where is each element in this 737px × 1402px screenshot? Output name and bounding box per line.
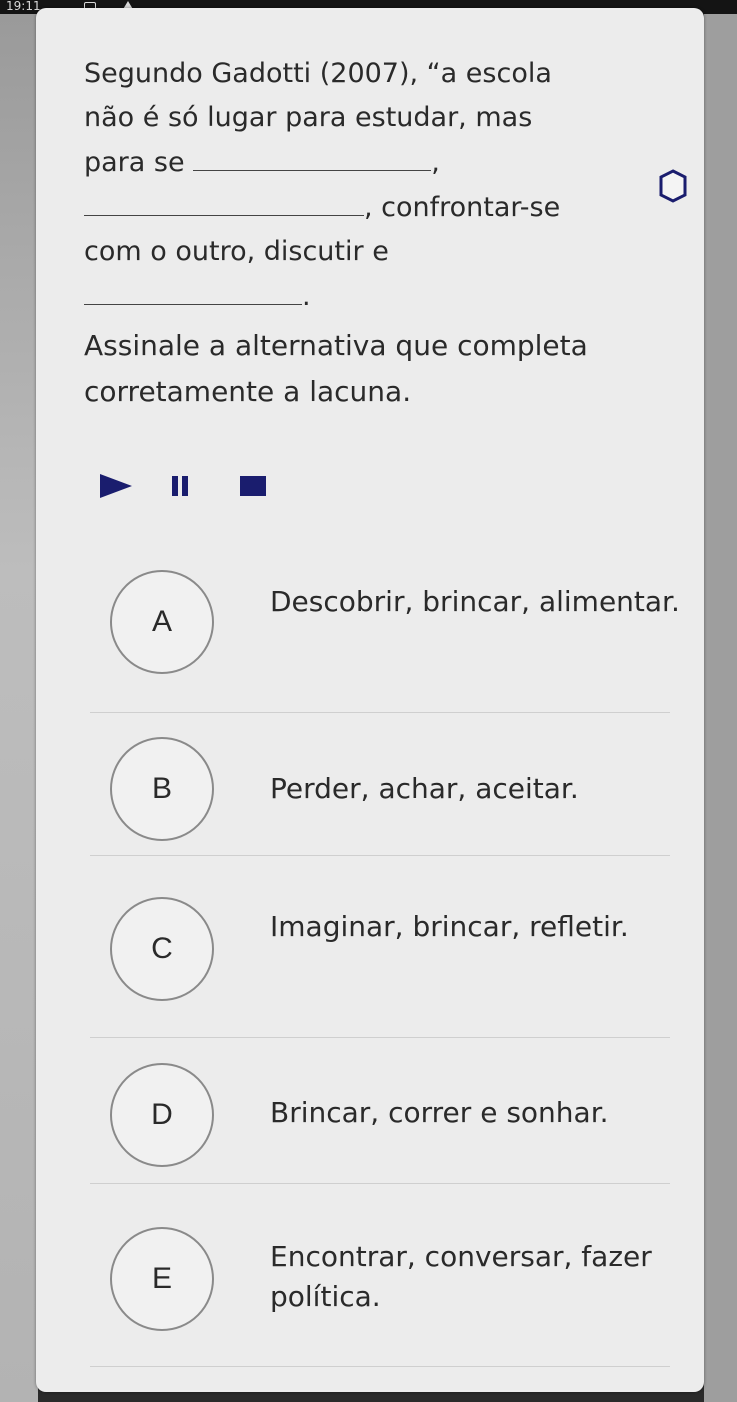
question-line-6: . [84,274,644,319]
option-d-letter[interactable]: D [110,1063,214,1167]
option-b-letter[interactable]: B [110,737,214,841]
question-line-3: para se , [84,140,644,185]
blank-1 [193,140,432,171]
question-line-4: , confrontar-se [84,185,644,230]
settings-icon[interactable] [655,168,691,204]
option-e-text: Encontrar, conversar, fazer política. [270,1240,652,1313]
status-time: 19:11 [6,0,41,13]
question-line-1: Segundo Gadotti (2007), “a escola [84,58,552,89]
option-a-letter[interactable]: A [110,570,214,674]
option-c-letter[interactable]: C [110,897,214,1001]
option-a[interactable]: A Descobrir, brincar, alimentar. [90,570,680,680]
question-text: Segundo Gadotti (2007), “a escola não é … [84,52,644,319]
pause-icon[interactable] [172,476,188,496]
question-line-4-suffix: , confrontar-se [364,192,561,223]
background-left [0,14,38,1402]
background-right [704,14,737,1402]
option-a-text: Descobrir, brincar, alimentar. [270,585,680,618]
option-e-letter[interactable]: E [110,1227,214,1331]
media-controls [100,472,280,502]
option-b-text: Perder, achar, aceitar. [270,772,579,805]
option-e[interactable]: E Encontrar, conversar, fazer política. [90,1227,680,1337]
play-icon[interactable] [100,474,132,498]
option-d-text: Brincar, correr e sonhar. [270,1096,609,1129]
divider [90,1183,670,1184]
question-line-3-prefix: para se [84,147,185,178]
blank-3 [84,274,302,305]
instruction-text: Assinale a alternativa que completa corr… [84,329,588,408]
question-line-3-suffix: , [431,147,440,178]
option-d[interactable]: D Brincar, correr e sonhar. [90,1063,680,1173]
option-c-text: Imaginar, brincar, refletir. [270,910,629,943]
question-line-6-suffix: . [302,281,311,312]
question-line-5: com o outro, discutir e [84,236,389,267]
stop-icon[interactable] [240,476,266,496]
option-c[interactable]: C Imaginar, brincar, refletir. [90,897,680,1007]
question-line-2: não é só lugar para estudar, mas [84,102,533,133]
divider [90,712,670,713]
divider [90,1037,670,1038]
option-b[interactable]: B Perder, achar, aceitar. [90,737,680,847]
divider [90,855,670,856]
divider [90,1366,670,1367]
blank-2 [84,185,364,216]
